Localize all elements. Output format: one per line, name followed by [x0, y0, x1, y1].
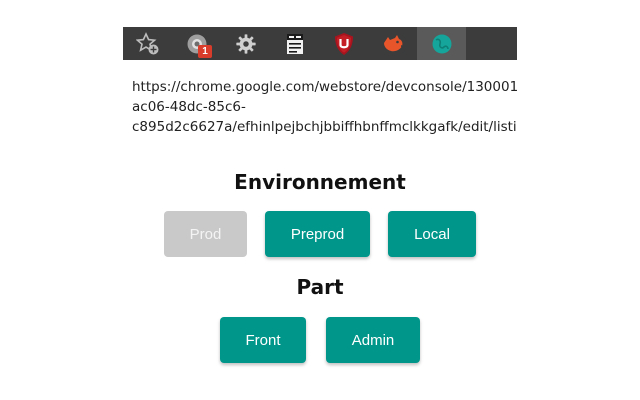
teal-circle-extension-button[interactable] [417, 27, 466, 60]
environment-title: Environnement [234, 170, 406, 194]
part-buttons: Front Admin [0, 317, 640, 363]
gear-icon [235, 33, 256, 54]
star-plus-extension-button[interactable] [123, 27, 172, 60]
prod-button[interactable]: Prod [164, 211, 247, 257]
extensions-toolbar: 1 [123, 27, 517, 60]
current-url-text: https://chrome.google.com/webstore/devco… [132, 77, 517, 137]
notification-badge: 1 [198, 45, 212, 58]
admin-button[interactable]: Admin [326, 317, 420, 363]
local-button[interactable]: Local [388, 211, 476, 257]
url-line: ac06-48dc-85c6- [132, 99, 246, 115]
fox-extension-icon [383, 34, 403, 51]
extension-popup-screen: 1 https://chrome.google.com/webstore/dev… [0, 0, 640, 400]
environment-buttons: Prod Preprod Local [0, 211, 640, 257]
url-line: c895d2c6627a/efhinlpejbchjbbiffhbnffmclk… [132, 119, 517, 135]
star-plus-icon [135, 31, 158, 54]
gear-extension-button[interactable] [221, 27, 270, 60]
gray-circle-extension-button[interactable]: 1 [172, 27, 221, 60]
teal-circle-extension-icon [432, 34, 451, 53]
preprod-button[interactable]: Preprod [265, 211, 370, 257]
front-button[interactable]: Front [220, 317, 306, 363]
page-extension-button[interactable] [270, 27, 319, 60]
url-line: https://chrome.google.com/webstore/devco… [132, 79, 517, 95]
page-extension-icon [286, 33, 303, 54]
fox-extension-button[interactable] [368, 27, 417, 60]
part-title: Part [296, 275, 344, 299]
ublock-extension-button[interactable] [319, 27, 368, 60]
ublock-shield-icon [334, 32, 353, 55]
